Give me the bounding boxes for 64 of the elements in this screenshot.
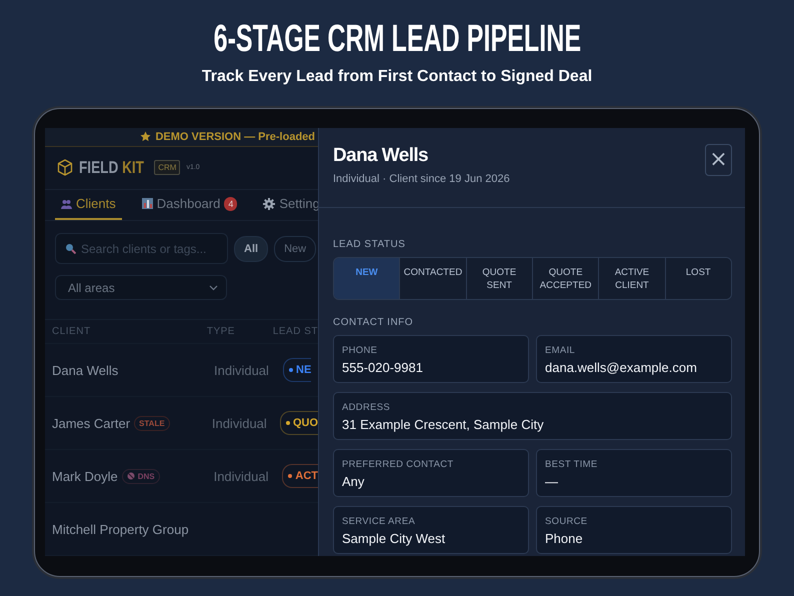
field-value: 31 Example Crescent, Sample City: [342, 417, 545, 432]
info-field[interactable]: ADDRESS 31 Example Crescent, Sample City: [333, 392, 732, 440]
field-label: EMAIL: [545, 345, 576, 356]
field-value: Phone: [545, 531, 584, 546]
field-label: BEST TIME: [545, 459, 599, 470]
status-stage[interactable]: QUOTE SENT: [466, 258, 533, 299]
status-stage[interactable]: NEW: [334, 258, 400, 299]
client-type: Individual: [212, 416, 267, 431]
ban-icon: [126, 472, 135, 480]
chevron-down-icon: [209, 284, 218, 291]
client-tag: DNS: [122, 468, 160, 484]
client-name[interactable]: James Carter: [52, 416, 130, 431]
area-dropdown[interactable]: All areas: [55, 275, 227, 300]
search-field[interactable]: Search clients or tags...: [55, 233, 228, 264]
status-pill: NE: [283, 358, 312, 382]
info-field[interactable]: BEST TIME —: [536, 449, 732, 497]
section-label: LEAD STATUS: [333, 239, 406, 250]
nav-tab[interactable]: Clients: [55, 190, 122, 220]
client-type: Individual: [214, 468, 269, 484]
status-stage[interactable]: CONTACTED: [400, 258, 467, 299]
close-button[interactable]: ×: [705, 144, 732, 176]
info-field[interactable]: PHONE 555-020-9981: [333, 335, 529, 383]
column-header: LEAD ST: [272, 326, 318, 338]
client-name[interactable]: Mitchell Property Group: [52, 522, 189, 537]
count-badge: 4: [224, 196, 238, 211]
page-subtitle: Track Every Lead from First Contact to Signed Deal: [202, 68, 592, 86]
page-title: 6-STAGE CRM LEAD PIPELINE: [213, 18, 581, 60]
client-name-heading: Dana Wells: [333, 144, 430, 168]
info-field[interactable]: SOURCE Phone: [536, 506, 732, 554]
field-label: PHONE: [342, 345, 378, 356]
field-value: Sample City West: [342, 531, 446, 546]
people-icon: [61, 198, 72, 209]
field-label: ADDRESS: [342, 402, 392, 413]
client-name[interactable]: Dana Wells: [52, 362, 118, 378]
section-label: CONTACT INFO: [333, 317, 414, 328]
status-stage[interactable]: QUOTE ACCEPTED: [532, 258, 600, 299]
info-field[interactable]: PREFERRED CONTACT Any: [333, 449, 529, 497]
field-label: SERVICE AREA: [342, 516, 416, 527]
column-header: TYPE: [206, 326, 236, 338]
cube-icon: [57, 159, 73, 176]
field-value: 555-020-9981: [342, 360, 424, 375]
gear-icon: [263, 198, 276, 210]
client-tag: STALE: [134, 416, 170, 431]
nav-tab[interactable]: Dashboard 4: [136, 190, 244, 220]
field-label: PREFERRED CONTACT: [342, 459, 455, 470]
banner-text: DEMO VERSION — Pre-loaded: [155, 130, 315, 143]
crm-badge: CRM: [154, 160, 180, 176]
filter-chip[interactable]: All: [234, 236, 268, 262]
field-value: Any: [342, 474, 366, 489]
client-name[interactable]: Mark Doyle: [52, 468, 118, 484]
field-value: —: [545, 474, 559, 489]
status-stage[interactable]: LOST: [666, 258, 731, 299]
client-type: Individual: [214, 362, 269, 378]
client-subtitle: Individual · Client since 19 Jun 2026: [333, 173, 510, 185]
column-header: CLIENT: [52, 326, 92, 338]
info-field[interactable]: SERVICE AREA Sample City West: [333, 506, 529, 554]
field-value: dana.wells@example.com: [545, 360, 698, 375]
app-logo: FIELD KIT: [79, 158, 144, 178]
status-stage[interactable]: ACTIVE CLIENT: [599, 258, 666, 299]
info-field[interactable]: EMAIL dana.wells@example.com: [536, 335, 732, 383]
star-icon: [140, 131, 152, 142]
field-label: SOURCE: [545, 516, 588, 527]
bar-chart-icon: [142, 198, 153, 210]
search-icon: [65, 243, 76, 254]
